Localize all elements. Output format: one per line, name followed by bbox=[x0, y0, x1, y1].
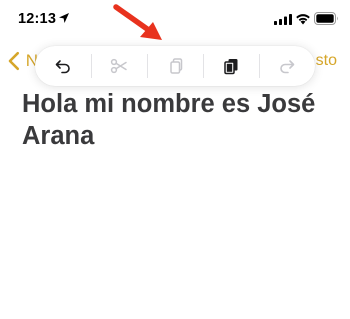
scissors-icon bbox=[110, 58, 127, 74]
undo-icon bbox=[55, 60, 70, 74]
battery-icon bbox=[314, 12, 338, 25]
paste-icon bbox=[224, 59, 238, 75]
copy-button[interactable] bbox=[147, 46, 203, 86]
note-title[interactable]: Hola mi nombre es José Arana bbox=[22, 88, 342, 152]
redo-button[interactable] bbox=[259, 46, 315, 86]
paste-button[interactable] bbox=[203, 46, 259, 86]
location-arrow-icon bbox=[59, 13, 69, 23]
status-time: 12:13 bbox=[18, 11, 57, 27]
cellular-signal-icon bbox=[274, 14, 292, 25]
wifi-icon bbox=[296, 14, 310, 25]
copy-icon bbox=[170, 58, 183, 74]
undo-button[interactable] bbox=[35, 46, 91, 86]
back-button[interactable]: N bbox=[8, 50, 38, 72]
cut-button[interactable] bbox=[91, 46, 147, 86]
status-bar: 12:13 bbox=[0, 0, 350, 36]
red-arrow-icon bbox=[113, 4, 162, 40]
done-button[interactable]: sto bbox=[316, 52, 337, 70]
redo-icon bbox=[280, 60, 295, 74]
edit-toolbar bbox=[35, 46, 315, 86]
chevron-left-icon bbox=[8, 51, 20, 71]
